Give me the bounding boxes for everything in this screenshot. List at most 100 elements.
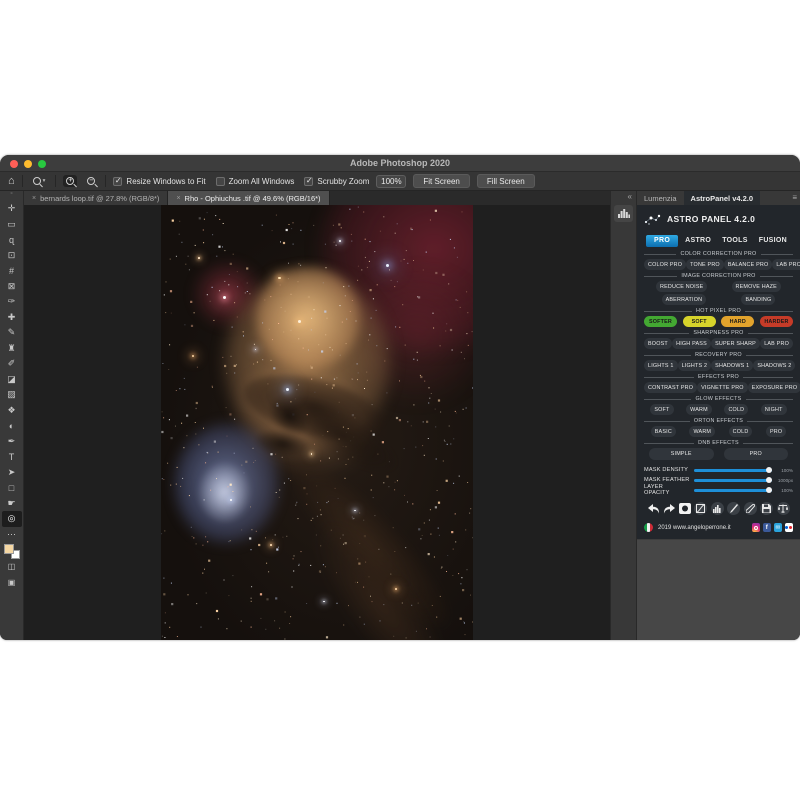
close-window-button[interactable]	[10, 160, 18, 168]
button-remove-haze[interactable]: REMOVE HAZE	[732, 281, 781, 292]
fill-screen-button[interactable]: Fill Screen	[477, 174, 535, 188]
button-shadows-1[interactable]: SHADOWS 1	[711, 360, 753, 371]
button-lab-pro[interactable]: LAB PRO	[772, 259, 800, 270]
panel-tab-astropanel-v4-2-0[interactable]: AstroPanel v4.2.0	[684, 191, 761, 205]
slider-knob[interactable]	[766, 477, 772, 483]
button-banding[interactable]: BANDING	[741, 294, 775, 305]
button-soft[interactable]: SOFT	[650, 404, 673, 415]
zoom-out-button[interactable]: −	[84, 175, 98, 187]
tool-marquee[interactable]: ▭	[2, 217, 22, 233]
tool-blur[interactable]: ❖	[2, 403, 22, 419]
button-soft[interactable]: SOFT	[683, 316, 716, 327]
button-simple[interactable]: SIMPLE	[649, 448, 714, 460]
document-tab[interactable]: ×Rho - Ophiuchus .tif @ 49.6% (RGB/16*)	[168, 191, 329, 205]
tool-clone-stamp[interactable]: ♜	[2, 341, 22, 357]
toolbar-grip-icon[interactable]: ”	[11, 193, 13, 201]
astro-tab-fusion[interactable]: FUSION	[755, 235, 791, 246]
screen-mode-icon[interactable]: ▣	[2, 575, 22, 591]
histogram-icon[interactable]	[711, 502, 724, 515]
button-hard[interactable]: HARD	[721, 316, 754, 327]
tool-healing-brush[interactable]: ✚	[2, 310, 22, 326]
tool-zoom[interactable]: ◎	[2, 511, 22, 527]
slider-track[interactable]	[694, 469, 772, 472]
panel-menu-icon[interactable]: ≡	[792, 193, 797, 202]
button-aberration[interactable]: ABERRATION	[662, 294, 707, 305]
button-color-pro[interactable]: COLOR PRO	[644, 259, 686, 270]
button-lights-2[interactable]: LIGHTS 2	[678, 360, 712, 371]
home-icon[interactable]: ⌂	[8, 176, 15, 187]
color-swatches[interactable]	[4, 544, 20, 559]
layer-mask-icon[interactable]	[679, 503, 691, 514]
tool-shape[interactable]: □	[2, 480, 22, 496]
undo-icon[interactable]	[648, 504, 660, 514]
button-cold[interactable]: COLD	[724, 404, 748, 415]
tool-brush[interactable]: ✎	[2, 325, 22, 341]
option-checkbox-resize-windows-to-fit[interactable]: Resize Windows to Fit	[113, 177, 205, 186]
tool-lasso[interactable]: ɋ	[2, 232, 22, 248]
tool-type[interactable]: T	[2, 449, 22, 465]
tool-gradient[interactable]: ▨	[2, 387, 22, 403]
close-tab-icon[interactable]: ×	[176, 195, 180, 202]
astro-tab-pro[interactable]: PRO	[646, 235, 678, 247]
button-tone-pro[interactable]: TONE PRO	[686, 259, 724, 270]
button-lights-1[interactable]: LIGHTS 1	[644, 360, 678, 371]
save-icon[interactable]	[760, 502, 773, 515]
brush-icon[interactable]	[727, 502, 740, 515]
curves-icon[interactable]	[694, 502, 707, 515]
close-tab-icon[interactable]: ×	[32, 195, 36, 202]
zoom-in-button[interactable]: +	[63, 175, 77, 187]
button-lab-pro[interactable]: LAB PRO	[760, 338, 793, 349]
tool-crop[interactable]: #	[2, 263, 22, 279]
pencil-icon[interactable]	[744, 502, 757, 515]
button-harder[interactable]: HARDER	[760, 316, 793, 327]
flickr-icon[interactable]	[785, 523, 794, 532]
slider-knob[interactable]	[766, 487, 772, 493]
tool-history-brush[interactable]: ✐	[2, 356, 22, 372]
tool-eyedropper[interactable]: ✑	[2, 294, 22, 310]
panel-tab-lumenzia[interactable]: Lumenzia	[637, 191, 684, 205]
zoom-tool-dropdown[interactable]: ▾	[30, 175, 49, 187]
credit-link[interactable]: 2019 www.angeloperrone.it	[658, 525, 747, 531]
mail-icon[interactable]: ✉	[774, 523, 783, 532]
button-super-sharp[interactable]: SUPER SHARP	[711, 338, 760, 349]
slider-track[interactable]	[694, 479, 772, 482]
button-balance-pro[interactable]: BALANCE PRO	[724, 259, 773, 270]
slider-track[interactable]	[694, 489, 772, 492]
scales-icon[interactable]	[777, 502, 790, 515]
document-tab[interactable]: ×bernards loop.tif @ 27.8% (RGB/8*)	[24, 191, 168, 205]
foreground-color-swatch[interactable]	[4, 544, 14, 554]
button-shadows-2[interactable]: SHADOWS 2	[753, 360, 795, 371]
quick-mask-icon[interactable]: ◫	[2, 559, 22, 575]
button-reduce-noise[interactable]: REDUCE NOISE	[656, 281, 707, 292]
button-warm[interactable]: WARM	[686, 404, 712, 415]
astro-tab-tools[interactable]: TOOLS	[718, 235, 751, 246]
histogram-panel-button[interactable]	[614, 205, 633, 222]
tool-object-selection[interactable]: ⊡	[2, 248, 22, 264]
option-checkbox-zoom-all-windows[interactable]: Zoom All Windows	[216, 177, 295, 186]
facebook-icon[interactable]: f	[763, 523, 772, 532]
redo-icon[interactable]	[663, 504, 675, 514]
tool-move[interactable]: ✛	[2, 201, 22, 217]
option-checkbox-scrubby-zoom[interactable]: Scrubby Zoom	[304, 177, 369, 186]
button-high-pass[interactable]: HIGH PASS	[672, 338, 711, 349]
canvas[interactable]	[24, 205, 610, 640]
slider-knob[interactable]	[766, 467, 772, 473]
astro-tab-astro[interactable]: ASTRO	[681, 235, 715, 246]
tool-dodge[interactable]: ◐	[2, 418, 22, 434]
tool-hand[interactable]: ☛	[2, 496, 22, 512]
button-pro[interactable]: PRO	[724, 448, 789, 460]
instagram-icon[interactable]	[752, 523, 761, 532]
button-contrast-pro[interactable]: CONTRAST PRO	[644, 382, 697, 393]
minimize-window-button[interactable]	[24, 160, 32, 168]
button-basic[interactable]: BASIC	[651, 426, 676, 437]
button-softer[interactable]: SOFTER	[644, 316, 677, 327]
button-boost[interactable]: BOOST	[644, 338, 672, 349]
button-warm[interactable]: WARM	[689, 426, 715, 437]
button-vignette-pro[interactable]: VIGNETTE PRO	[697, 382, 748, 393]
button-night[interactable]: NIGHT	[761, 404, 787, 415]
fit-screen-button[interactable]: Fit Screen	[413, 174, 469, 188]
expand-panels-icon[interactable]: «	[628, 191, 636, 203]
maximize-window-button[interactable]	[38, 160, 46, 168]
tool-pen[interactable]: ✒	[2, 434, 22, 450]
button-cold[interactable]: COLD	[729, 426, 753, 437]
